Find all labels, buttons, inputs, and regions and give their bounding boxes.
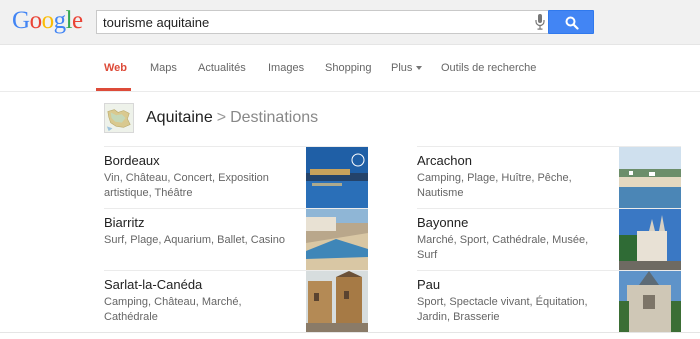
destination-name[interactable]: Arcachon <box>417 153 472 168</box>
bottom-divider <box>0 332 700 333</box>
breadcrumb-section: Destinations <box>230 109 319 126</box>
tab-actualites[interactable]: Actualités <box>198 62 246 74</box>
breadcrumb-region[interactable]: Aquitaine <box>146 109 213 126</box>
destination-card-pau[interactable]: Pau Sport, Spectacle vivant, Équitation,… <box>417 270 681 333</box>
search-input[interactable] <box>103 13 523 31</box>
destination-name[interactable]: Pau <box>417 277 440 292</box>
search-icon <box>565 16 579 30</box>
destination-card-bordeaux[interactable]: Bordeaux Vin, Château, Concert, Expositi… <box>104 146 368 209</box>
microphone-icon[interactable] <box>535 14 545 30</box>
bordeaux-photo[interactable] <box>306 147 368 209</box>
breadcrumb: Aquitaine > Destinations <box>146 109 318 127</box>
search-button[interactable] <box>548 10 594 34</box>
arcachon-photo[interactable] <box>619 147 681 209</box>
tab-plus[interactable]: Plus <box>391 62 423 74</box>
destination-card-sarlat[interactable]: Sarlat-la-Canéda Camping, Château, March… <box>104 270 368 333</box>
sarlat-photo[interactable] <box>306 271 368 333</box>
logo-letter: o <box>29 7 43 34</box>
logo-letter: e <box>72 7 83 34</box>
destination-name[interactable]: Sarlat-la-Canéda <box>104 277 202 292</box>
destination-description: Vin, Château, Concert, Exposition artist… <box>104 172 269 199</box>
search-box <box>96 10 553 34</box>
chevron-down-icon <box>416 66 423 71</box>
tab-web[interactable]: Web <box>104 62 127 74</box>
destination-name[interactable]: Bayonne <box>417 215 468 230</box>
logo-letter: G <box>12 7 30 34</box>
tab-maps[interactable]: Maps <box>150 62 177 74</box>
destination-name[interactable]: Bordeaux <box>104 153 160 168</box>
logo-letter: o <box>41 7 55 34</box>
breadcrumb-separator: > <box>216 109 227 126</box>
destination-card-biarritz[interactable]: Biarritz Surf, Plage, Aquarium, Ballet, … <box>104 208 368 271</box>
google-logo[interactable]: Google <box>12 6 83 36</box>
tab-images[interactable]: Images <box>268 62 304 74</box>
header-bar: Google <box>0 0 700 45</box>
bayonne-photo[interactable] <box>619 209 681 271</box>
biarritz-photo[interactable] <box>306 209 368 271</box>
destination-card-arcachon[interactable]: Arcachon Camping, Plage, Huître, Pêche, … <box>417 146 681 209</box>
destination-description: Camping, Plage, Huître, Pêche, Nautisme <box>417 172 572 199</box>
active-tab-indicator <box>96 88 131 91</box>
destination-description: Sport, Spectacle vivant, Équitation, Jar… <box>417 296 588 323</box>
aquitaine-map-thumbnail[interactable] <box>104 103 134 133</box>
destination-name[interactable]: Biarritz <box>104 215 144 230</box>
tab-search-tools[interactable]: Outils de recherche <box>441 62 536 74</box>
destination-description: Marché, Sport, Cathédrale, Musée, Surf <box>417 234 589 261</box>
pau-photo[interactable] <box>619 271 681 333</box>
tab-shopping[interactable]: Shopping <box>325 62 372 74</box>
tab-plus-label: Plus <box>391 62 413 74</box>
search-tabs: Web Maps Actualités Images Shopping Plus… <box>0 45 700 92</box>
destination-card-bayonne[interactable]: Bayonne Marché, Sport, Cathédrale, Musée… <box>417 208 681 271</box>
destination-description: Camping, Château, Marché, Cathédrale <box>104 296 242 323</box>
destination-description: Surf, Plage, Aquarium, Ballet, Casino <box>104 234 285 246</box>
logo-letter: g <box>53 7 67 34</box>
